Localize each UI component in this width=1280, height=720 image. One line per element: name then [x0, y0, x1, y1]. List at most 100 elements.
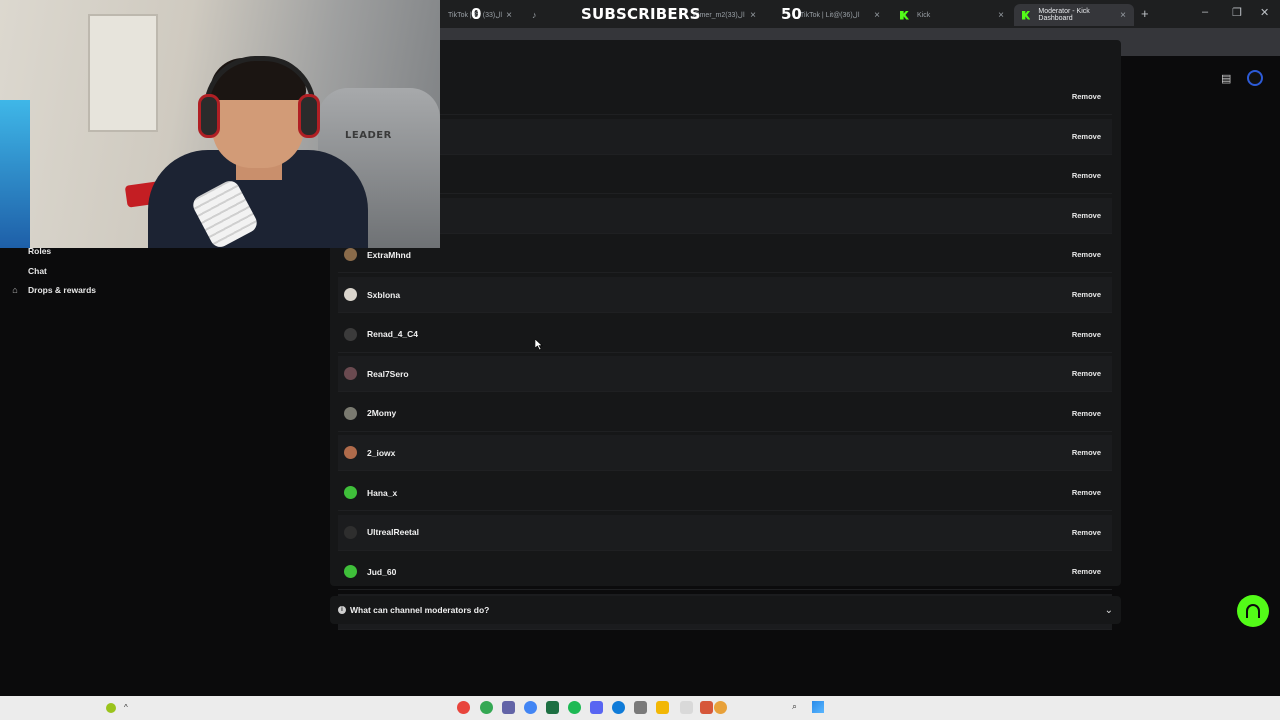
- remove-moderator-button[interactable]: Remove: [1072, 567, 1101, 576]
- headset-icon: [1246, 604, 1260, 618]
- overlay-left-count: 0: [471, 5, 482, 23]
- overlay-subscribers-label: SUBSCRIBERS: [581, 5, 701, 23]
- chrome-icon[interactable]: [480, 701, 493, 714]
- app-icon[interactable]: [680, 701, 693, 714]
- chevron-up-icon[interactable]: ^: [124, 703, 134, 713]
- kick-logo-icon: [900, 10, 909, 20]
- close-tab-icon[interactable]: ×: [874, 10, 880, 21]
- moderator-username: Sxblona: [367, 289, 401, 300]
- app-icon[interactable]: [590, 701, 603, 714]
- faq-moderators-accordion[interactable]: i What can channel moderators do? ⌄: [330, 596, 1121, 624]
- kick-logo-icon: [1022, 10, 1031, 20]
- sidebar-item-chat[interactable]: Chat: [10, 262, 47, 280]
- app-icon[interactable]: [502, 701, 515, 714]
- moderator-username: ExtraMhnd: [367, 249, 411, 260]
- search-icon[interactable]: ⌕: [792, 701, 797, 712]
- tray-icon[interactable]: [106, 703, 116, 713]
- cursor-arrow-icon: [535, 339, 543, 351]
- app-icon[interactable]: [634, 701, 647, 714]
- tab-kick[interactable]: Kick ×: [892, 4, 1012, 26]
- moderator-avatar: [344, 446, 357, 460]
- remove-moderator-button[interactable]: Remove: [1072, 250, 1101, 259]
- moderator-avatar: [344, 367, 357, 381]
- webcam-blue-light: [0, 100, 30, 248]
- remove-moderator-button[interactable]: Remove: [1072, 528, 1101, 537]
- moderator-username: Jud_60: [367, 566, 397, 577]
- tab-label: TikTok | Lit@ال(36): [800, 12, 860, 19]
- moderator-username: 2_iowx: [367, 447, 396, 458]
- info-icon: i: [338, 606, 346, 614]
- tab-label: Moderator - Kick Dashboard: [1038, 8, 1090, 22]
- faq-label: What can channel moderators do?: [350, 605, 490, 615]
- gift-icon: ⌂: [12, 285, 18, 295]
- close-tab-icon[interactable]: ×: [1120, 10, 1126, 21]
- remove-moderator-button[interactable]: Remove: [1072, 369, 1101, 378]
- spotify-icon[interactable]: [568, 701, 581, 714]
- headset-left-cup: [198, 94, 220, 138]
- remove-moderator-button[interactable]: Remove: [1072, 132, 1101, 141]
- moderator-avatar: [344, 565, 357, 579]
- moderator-row: Jud_60 Remove: [338, 554, 1112, 591]
- moderator-avatar: [344, 525, 357, 539]
- tiktok-icon: ♪: [532, 10, 537, 20]
- moderator-row: UltrealReetal Remove: [338, 514, 1112, 551]
- app-icon[interactable]: [546, 701, 559, 714]
- remove-moderator-button[interactable]: Remove: [1072, 171, 1101, 180]
- moderator-username: UltrealReetal: [367, 527, 419, 538]
- chevron-down-icon[interactable]: ⌄: [1105, 605, 1113, 616]
- chair-logo: LEADER: [345, 130, 392, 141]
- moderator-avatar: [344, 486, 357, 499]
- file-explorer-icon[interactable]: [656, 701, 669, 714]
- headset-right-cup: [298, 94, 320, 138]
- app-icon[interactable]: [524, 701, 537, 714]
- moderator-avatar: [344, 406, 357, 420]
- tab-moderator-dashboard[interactable]: Moderator - Kick Dashboard ×: [1014, 4, 1134, 26]
- moderator-row: ExtraMhnd Remove: [338, 237, 1112, 274]
- remove-moderator-button[interactable]: Remove: [1072, 290, 1101, 299]
- minimize-icon[interactable]: –: [1202, 6, 1208, 18]
- moderator-row: 2_iowx Remove: [338, 435, 1112, 472]
- webcam-overlay: LEADER: [0, 0, 440, 248]
- close-tab-icon[interactable]: ×: [506, 10, 512, 21]
- moderator-username: Hana_x: [367, 487, 398, 498]
- moderator-avatar: [344, 288, 357, 301]
- remove-moderator-button[interactable]: Remove: [1072, 330, 1101, 339]
- sidebar-item-label: Drops & rewards: [28, 285, 97, 295]
- moderator-row: Renad_4_C4 Remove: [338, 317, 1112, 353]
- moderator-row: Remove: [338, 158, 1112, 195]
- moderator-username: 2Momy: [367, 408, 397, 419]
- app-icon[interactable]: [457, 701, 470, 714]
- moderator-row: Real7Sero Remove: [338, 356, 1112, 393]
- user-avatar[interactable]: [1247, 70, 1263, 86]
- moderator-avatar: [344, 248, 357, 262]
- moderator-row: Remove: [338, 79, 1112, 115]
- inbox-icon[interactable]: ▤: [1221, 72, 1231, 85]
- remove-moderator-button[interactable]: Remove: [1072, 488, 1101, 497]
- close-window-icon[interactable]: ✕: [1260, 6, 1269, 19]
- webcam-shelf: [88, 14, 158, 132]
- moderator-row: Remove: [338, 197, 1112, 234]
- remove-moderator-button[interactable]: Remove: [1072, 409, 1101, 418]
- new-tab-icon[interactable]: +: [1141, 6, 1149, 21]
- remove-moderator-button[interactable]: Remove: [1072, 92, 1101, 101]
- overlay-right-count: 50: [781, 5, 802, 23]
- app-icon[interactable]: [700, 701, 713, 714]
- app-icon[interactable]: [714, 701, 727, 714]
- remove-moderator-button[interactable]: Remove: [1072, 211, 1101, 220]
- moderator-row: Hana_x Remove: [338, 475, 1112, 511]
- sidebar-item-drops-rewards[interactable]: ⌂ Drops & rewards: [10, 281, 96, 299]
- windows-start-icon[interactable]: [812, 701, 824, 713]
- close-tab-icon[interactable]: ×: [998, 10, 1004, 21]
- sidebar-item-label: Chat: [28, 266, 47, 276]
- moderator-username: Renad_4_C4: [367, 329, 419, 340]
- moderator-row: Sxblona Remove: [338, 277, 1112, 313]
- close-tab-icon[interactable]: ×: [750, 10, 756, 21]
- tab-label: Kick: [917, 11, 931, 19]
- moderator-row: 2Momy Remove: [338, 396, 1112, 432]
- moderator-avatar: [344, 327, 357, 341]
- support-chat-button[interactable]: [1237, 595, 1269, 627]
- edge-icon[interactable]: [612, 701, 625, 714]
- restore-icon[interactable]: ❐: [1232, 6, 1242, 19]
- moderator-row: Remove: [338, 118, 1112, 155]
- remove-moderator-button[interactable]: Remove: [1072, 448, 1101, 457]
